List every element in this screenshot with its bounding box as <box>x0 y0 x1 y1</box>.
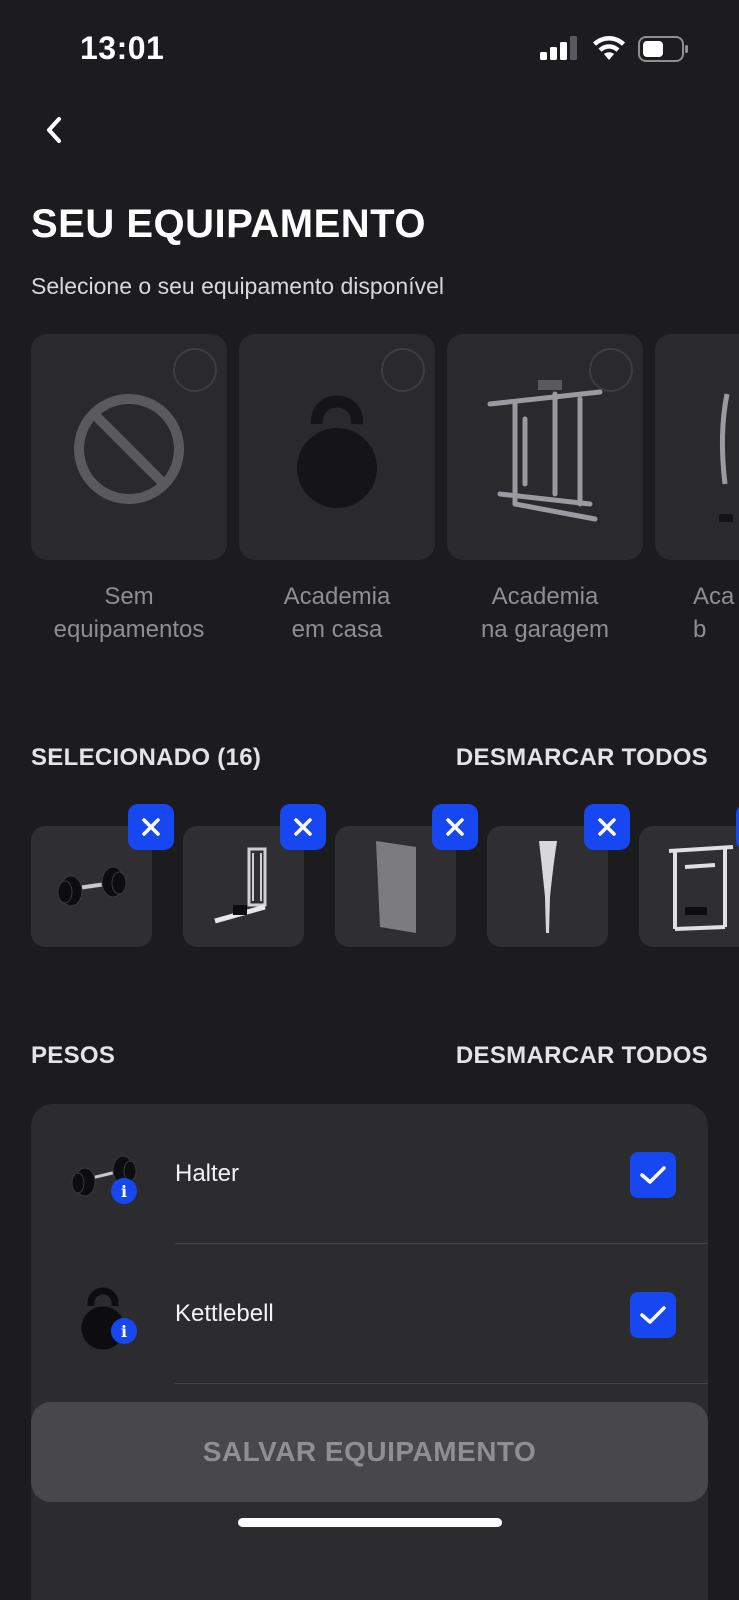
preset-label: Aca b <box>693 583 735 643</box>
preset-label: Academia em casa <box>283 583 391 643</box>
smith-machine-icon <box>668 844 733 931</box>
machine-icon <box>719 393 733 522</box>
preset-card[interactable] <box>655 334 739 560</box>
preset-carousel[interactable]: Sem equipamentos Academia em casa Academ… <box>31 334 739 654</box>
preset-home-gym[interactable]: Academia em casa <box>239 334 435 646</box>
selected-item[interactable] <box>487 804 630 947</box>
cable-machine-icon <box>213 847 266 923</box>
dumbbell-icon <box>57 866 126 906</box>
list-item-halter[interactable]: i Halter <box>31 1104 708 1244</box>
item-label: Halter <box>175 1160 240 1187</box>
no-equipment-icon <box>74 394 184 504</box>
wifi-icon <box>593 36 625 60</box>
status-time: 13:01 <box>80 30 165 66</box>
home-indicator[interactable] <box>238 1518 502 1527</box>
page-title: SEU EQUIPAMENTO <box>31 202 426 246</box>
selected-item[interactable] <box>31 804 174 947</box>
preset-label: Sem equipamentos <box>53 583 205 643</box>
selected-item[interactable] <box>183 804 326 947</box>
battery-icon <box>638 36 688 62</box>
list-item-kettlebell[interactable]: i Kettlebell <box>31 1244 708 1384</box>
deselect-all-weights-button[interactable]: DESMARCAR TODOS <box>456 1042 708 1070</box>
plyo-box-icon <box>375 840 416 933</box>
preset-no-equipment[interactable]: Sem equipamentos <box>31 334 227 646</box>
deselect-all-button[interactable]: DESMARCAR TODOS <box>456 744 708 772</box>
close-icon <box>294 818 312 836</box>
preset-garage-gym[interactable]: Academia na garagem <box>447 334 643 646</box>
preset-machine[interactable]: Aca b <box>655 334 739 646</box>
selected-item[interactable] <box>335 804 478 947</box>
preset-label: Academia na garagem <box>480 583 610 643</box>
back-button[interactable] <box>36 108 72 152</box>
page-subtitle: Selecione o seu equipamento disponível <box>31 273 445 299</box>
close-icon <box>142 818 160 836</box>
weights-title: PESOS <box>31 1042 116 1069</box>
selected-count-title: SELECIONADO (16) <box>31 744 262 771</box>
selected-section-header: SELECIONADO (16) DESMARCAR TODOS <box>31 744 708 780</box>
remove-button[interactable] <box>584 804 630 850</box>
divider <box>175 1383 708 1384</box>
preset-card[interactable] <box>239 334 435 560</box>
kettlebell-icon <box>297 395 377 508</box>
selected-item[interactable] <box>639 804 739 947</box>
remove-button[interactable] <box>280 804 326 850</box>
chevron-left-icon <box>47 117 61 143</box>
status-bar: 13:01 <box>0 0 739 100</box>
preset-card[interactable] <box>31 334 227 560</box>
remove-button[interactable] <box>128 804 174 850</box>
remove-button[interactable] <box>432 804 478 850</box>
checkmark-icon <box>640 1166 666 1184</box>
indian-club-icon <box>538 840 557 933</box>
checkmark-icon <box>640 1306 666 1324</box>
close-icon <box>446 818 464 836</box>
checkbox-checked[interactable] <box>630 1152 676 1198</box>
close-icon <box>598 818 616 836</box>
preset-card[interactable] <box>447 334 643 560</box>
save-equipment-button[interactable]: SALVAR EQUIPAMENTO <box>31 1402 708 1502</box>
selected-items-strip[interactable] <box>31 800 739 950</box>
info-button[interactable]: i <box>111 1318 137 1344</box>
cellular-signal-icon <box>540 36 577 60</box>
power-rack-icon <box>487 380 603 522</box>
info-button[interactable]: i <box>111 1178 137 1204</box>
weights-section-header: PESOS DESMARCAR TODOS <box>31 1042 708 1078</box>
checkbox-checked[interactable] <box>630 1292 676 1338</box>
item-label: Kettlebell <box>175 1300 274 1327</box>
